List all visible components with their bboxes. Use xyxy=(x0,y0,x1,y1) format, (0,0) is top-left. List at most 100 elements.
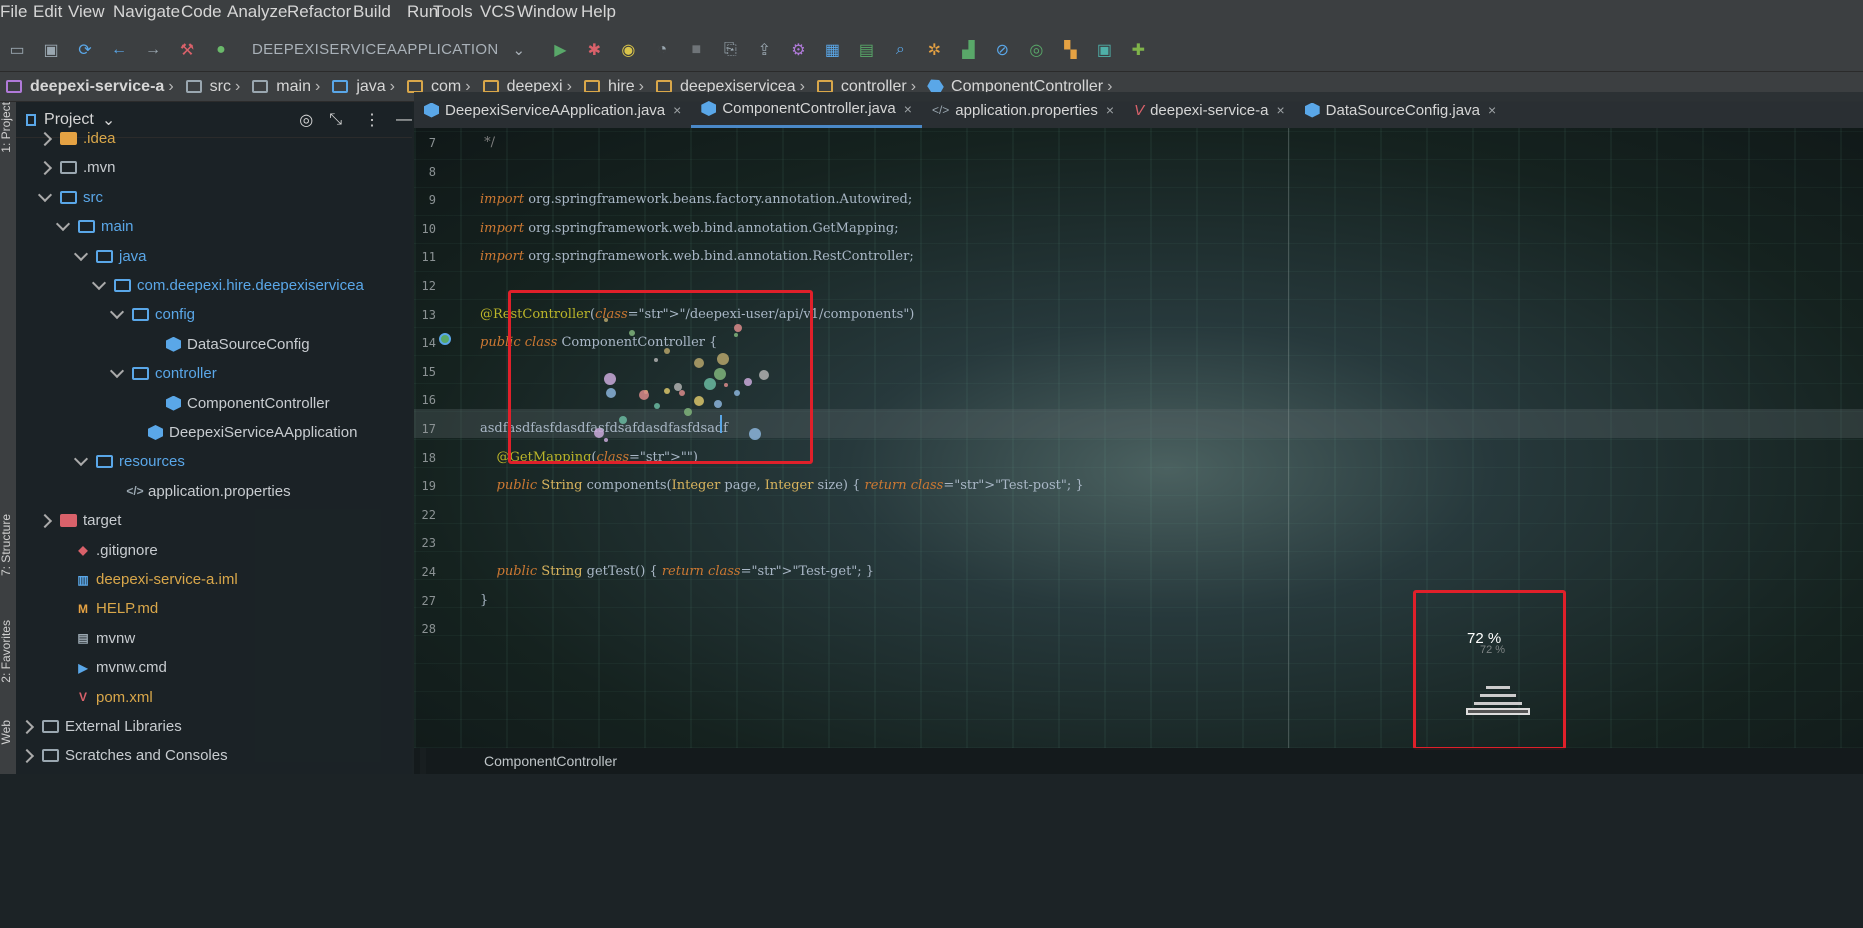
collapse-icon[interactable]: ⤡ xyxy=(329,111,342,129)
close-icon[interactable]: × xyxy=(1276,102,1284,118)
chevron-right-icon[interactable] xyxy=(19,748,35,763)
target-icon[interactable]: ◎ xyxy=(299,110,313,130)
tree-item[interactable]: ◆ .gitignore xyxy=(56,536,157,565)
close-icon[interactable]: × xyxy=(1106,102,1114,118)
chevron-right-icon[interactable] xyxy=(37,160,53,175)
close-icon[interactable]: × xyxy=(1488,102,1496,118)
tree-item[interactable]: controller xyxy=(109,359,217,388)
tree-item[interactable]: main xyxy=(55,212,134,241)
stop-icon[interactable]: ■ xyxy=(685,39,707,61)
menu-navigate[interactable]: Navigate xyxy=(113,2,189,22)
close-icon[interactable]: × xyxy=(904,101,912,117)
more-options-icon[interactable]: ⋮ xyxy=(364,110,380,130)
chevron-right-icon[interactable] xyxy=(37,131,53,146)
tool-tab-web[interactable]: Web xyxy=(0,720,13,744)
run-icon[interactable]: ▶ xyxy=(549,39,571,61)
project-structure-icon[interactable]: ▦ xyxy=(821,39,843,61)
chevron-down-icon[interactable] xyxy=(109,364,125,379)
minimize-icon[interactable]: — xyxy=(396,111,412,129)
terminal-icon[interactable]: ▤ xyxy=(855,39,877,61)
menu-build[interactable]: Build xyxy=(353,2,400,22)
tree-item[interactable]: DeepexiServiceAApplication xyxy=(128,418,357,447)
tree-item[interactable]: M HELP.md xyxy=(56,594,158,623)
breadcrumb-item[interactable]: deepexi-service-a › xyxy=(0,78,174,96)
menu-tools[interactable]: Tools xyxy=(433,2,482,22)
back-icon[interactable]: ← xyxy=(108,39,130,61)
save-icon[interactable]: ▣ xyxy=(40,39,62,61)
sync-icon[interactable]: ⟳ xyxy=(74,39,96,61)
coverage-icon[interactable]: ◉ xyxy=(617,39,639,61)
tab-datasourceconfig-java[interactable]: DataSourceConfig.java × xyxy=(1295,92,1506,128)
tree-item[interactable]: ▤ mvnw xyxy=(56,624,135,653)
tool-tab-structure[interactable]: 7: Structure xyxy=(0,514,13,576)
code-line[interactable]: import org.springframework.web.bind.anno… xyxy=(480,221,899,236)
update-app-icon[interactable]: ⇪ xyxy=(753,39,775,61)
tab-application-properties[interactable]: </> application.properties × xyxy=(922,92,1124,128)
settings-icon[interactable]: ⚙ xyxy=(787,39,809,61)
chevron-right-icon[interactable] xyxy=(19,719,35,734)
tree-item[interactable]: DataSourceConfig xyxy=(146,330,310,359)
code-line[interactable]: public String getTest() { return class="… xyxy=(480,564,875,579)
tab-deepexi-service-a[interactable]: Vdeepexi-service-a × xyxy=(1124,92,1295,128)
tree-item[interactable]: src xyxy=(37,183,103,212)
search-icon[interactable]: ⌕ xyxy=(889,39,911,61)
code-line[interactable]: public String components(Integer page, I… xyxy=(480,478,1084,493)
open-folder-icon[interactable]: ▭ xyxy=(6,39,28,61)
menu-view[interactable]: View xyxy=(68,2,114,22)
tab-componentcontroller-java[interactable]: ComponentController.java × xyxy=(691,92,922,128)
breadcrumb-item[interactable]: main › xyxy=(246,78,320,96)
chevron-down-icon[interactable] xyxy=(37,187,53,202)
menu-help[interactable]: Help xyxy=(581,2,625,22)
tree-item[interactable]: .idea xyxy=(37,124,116,153)
chevron-right-icon[interactable] xyxy=(37,513,53,528)
menu-refactor[interactable]: Refactor xyxy=(287,2,360,22)
chevron-down-icon[interactable] xyxy=(73,246,89,261)
record-icon[interactable]: ◎ xyxy=(1025,39,1047,61)
tree-item[interactable]: External Libraries xyxy=(19,712,182,741)
layout-icon[interactable]: ▚ xyxy=(1059,39,1081,61)
tree-item[interactable]: .mvn xyxy=(37,153,116,182)
disable-icon[interactable]: ⊘ xyxy=(991,39,1013,61)
code-line[interactable]: import org.springframework.beans.factory… xyxy=(480,192,912,207)
tree-item[interactable]: config xyxy=(109,300,195,329)
debug-icon[interactable]: ✱ xyxy=(583,39,605,61)
tree-item[interactable]: Scratches and Consoles xyxy=(19,741,228,770)
forward-icon[interactable]: → xyxy=(142,39,164,61)
breadcrumb-item[interactable]: src › xyxy=(180,78,240,96)
close-icon[interactable]: × xyxy=(673,102,681,118)
chevron-down-icon[interactable] xyxy=(91,275,107,291)
tree-item[interactable]: ▶ mvnw.cmd xyxy=(56,653,166,682)
code-line[interactable]: */ xyxy=(480,135,495,150)
chevron-down-icon[interactable] xyxy=(109,305,125,320)
attach-icon[interactable]: ⎘ xyxy=(719,39,741,61)
tab-deepexiserviceaapplication-java[interactable]: DeepexiServiceAApplication.java × xyxy=(414,92,691,128)
menu-window[interactable]: Window xyxy=(517,2,586,22)
menu-file[interactable]: File xyxy=(0,2,36,22)
menu-code[interactable]: Code xyxy=(181,2,231,22)
spring-bean-gutter-icon[interactable] xyxy=(439,333,451,345)
build-hammer-icon[interactable]: ⚒ xyxy=(176,39,198,61)
puzzle-icon[interactable]: ✚ xyxy=(1127,39,1149,61)
structure-icon[interactable]: ▣ xyxy=(1093,39,1115,61)
metrics-icon[interactable]: ▟ xyxy=(957,39,979,61)
run-configuration-select[interactable]: DEEPEXISERVICEAAPPLICATION ⌄ xyxy=(242,35,535,65)
tree-item[interactable]: </> application.properties xyxy=(108,477,290,506)
tool-tab-project[interactable]: 1: Project xyxy=(0,102,13,153)
tree-item[interactable]: Vpom.xml xyxy=(56,683,153,712)
tree-item[interactable]: target xyxy=(37,506,121,535)
breadcrumb-item[interactable]: java › xyxy=(326,78,395,96)
menu-edit[interactable]: Edit xyxy=(33,2,71,22)
profile-icon[interactable]: ◔ xyxy=(651,39,673,61)
tool-tab-favorites[interactable]: 2: Favorites xyxy=(0,620,13,683)
editor-status-breadcrumb[interactable]: ComponentController xyxy=(414,748,1863,774)
code-line[interactable]: } xyxy=(480,593,488,608)
chevron-down-icon[interactable] xyxy=(55,217,71,232)
chevron-down-icon[interactable] xyxy=(73,452,89,467)
plugin-gear-icon[interactable]: ✲ xyxy=(923,39,945,61)
code-line[interactable]: import org.springframework.web.bind.anno… xyxy=(480,249,914,264)
tree-item[interactable]: ▥ deepexi-service-a.iml xyxy=(56,565,237,594)
tree-item[interactable]: ComponentController xyxy=(146,389,330,418)
tree-item[interactable]: java xyxy=(73,242,147,271)
tree-item[interactable]: com.deepexi.hire.deepexiservicea xyxy=(91,271,364,300)
tree-item[interactable]: resources xyxy=(73,447,185,476)
